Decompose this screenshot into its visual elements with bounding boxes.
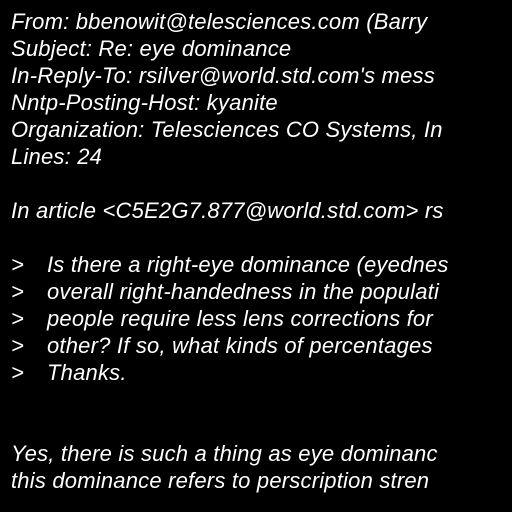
quote-marker: >: [11, 279, 25, 304]
attribution-line: In article <C5E2G7.877@world.std.com> rs: [11, 198, 444, 223]
reply-line: this dominance refers to perscription st…: [11, 468, 430, 493]
from-header: From: bbenowit@telesciences.com (Barry: [11, 9, 428, 34]
quoted-text: Is there a right-eye dominance (eyednes: [47, 252, 449, 277]
newsgroup-message: From: bbenowit@telesciences.com (Barry S…: [0, 0, 512, 512]
quoted-line: > people require less lens corrections f…: [11, 306, 433, 333]
organization-header: Organization: Telesciences CO Systems, I…: [11, 117, 443, 142]
in-reply-to-header: In-Reply-To: rsilver@world.std.com's mes…: [11, 63, 435, 88]
quote-marker: >: [11, 252, 25, 277]
quote-marker: >: [11, 360, 25, 385]
quoted-line: > other? If so, what kinds of percentage…: [11, 333, 433, 360]
quoted-text: other? If so, what kinds of percentages: [47, 333, 433, 358]
quote-marker: >: [11, 306, 25, 331]
quoted-line: > Thanks.: [11, 360, 126, 387]
lines-header: Lines: 24: [11, 144, 103, 169]
reply-line: Yes, there is such a thing as eye domina…: [11, 441, 438, 466]
quoted-line: > overall right-handedness in the popula…: [11, 279, 439, 306]
quoted-text: overall right-handedness in the populati: [47, 279, 440, 304]
subject-header: Subject: Re: eye dominance: [11, 36, 292, 61]
quoted-line: > Is there a right-eye dominance (eyedne…: [11, 252, 448, 279]
nntp-posting-host-header: Nntp-Posting-Host: kyanite: [11, 90, 278, 115]
quoted-text: Thanks.: [47, 360, 127, 385]
quoted-text: people require less lens corrections for: [47, 306, 433, 331]
quote-marker: >: [11, 333, 25, 358]
